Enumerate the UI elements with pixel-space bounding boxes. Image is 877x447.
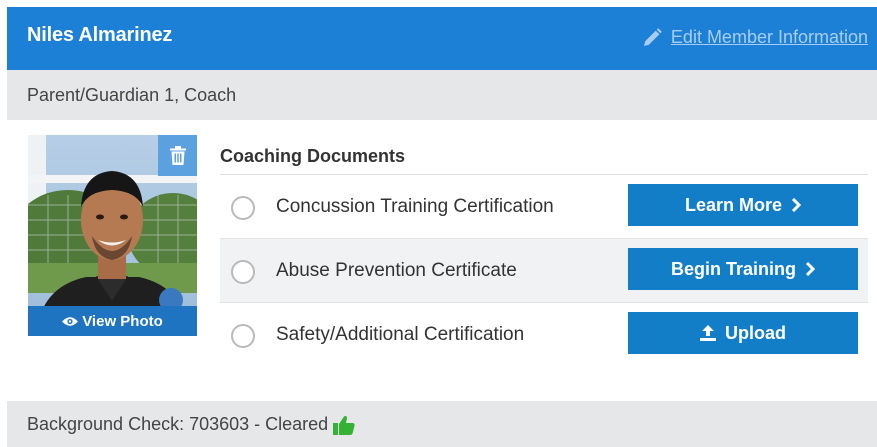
upload-label: Upload xyxy=(725,322,786,343)
chevron-right-icon xyxy=(791,198,802,212)
begin-training-button[interactable]: Begin Training xyxy=(628,248,858,290)
eye-icon xyxy=(62,316,79,326)
member-header: Niles Almarinez Edit Member Information xyxy=(7,7,877,70)
coaching-documents-title: Coaching Documents xyxy=(220,146,406,166)
thumbs-up-icon xyxy=(333,415,355,435)
learn-more-button[interactable]: Learn More xyxy=(628,184,858,226)
role-bar: Parent/Guardian 1, Coach xyxy=(7,70,877,120)
document-status-radio[interactable] xyxy=(231,260,255,284)
member-name: Niles Almarinez xyxy=(27,24,173,46)
learn-more-label: Learn More xyxy=(684,194,783,215)
pencil-icon xyxy=(643,27,662,46)
upload-icon xyxy=(700,325,716,341)
background-check-bar: Background Check: 703603 - Cleared xyxy=(7,401,877,447)
document-row: Safety/Additional Certification Upload xyxy=(220,303,868,367)
document-status-radio[interactable] xyxy=(231,196,255,220)
member-card: Niles Almarinez Edit Member Information … xyxy=(7,7,877,447)
edit-member-link[interactable]: Edit Member Information xyxy=(642,27,868,48)
background-check-status: Background Check: 703603 - Cleared xyxy=(27,414,355,435)
begin-training-label: Begin Training xyxy=(670,258,796,279)
document-label: Concussion Training Certification xyxy=(276,196,554,217)
background-check-text: Background Check: 703603 - Cleared xyxy=(27,414,329,434)
edit-member-label: Edit Member Information xyxy=(670,27,868,47)
member-roles: Parent/Guardian 1, Coach xyxy=(27,85,237,105)
view-photo-button[interactable]: View Photo xyxy=(28,306,197,336)
delete-photo-button[interactable] xyxy=(158,135,197,176)
upload-button[interactable]: Upload xyxy=(628,312,858,354)
document-row: Abuse Prevention Certificate Begin Train… xyxy=(220,239,868,303)
member-photo: View Photo xyxy=(28,135,197,336)
view-photo-label: View Photo xyxy=(82,312,163,330)
document-status-radio[interactable] xyxy=(231,324,255,348)
document-label: Abuse Prevention Certificate xyxy=(276,260,517,281)
document-label: Safety/Additional Certification xyxy=(276,324,525,345)
chevron-right-icon xyxy=(805,262,815,276)
trash-icon xyxy=(169,146,186,165)
document-row: Concussion Training Certification Learn … xyxy=(220,175,868,239)
